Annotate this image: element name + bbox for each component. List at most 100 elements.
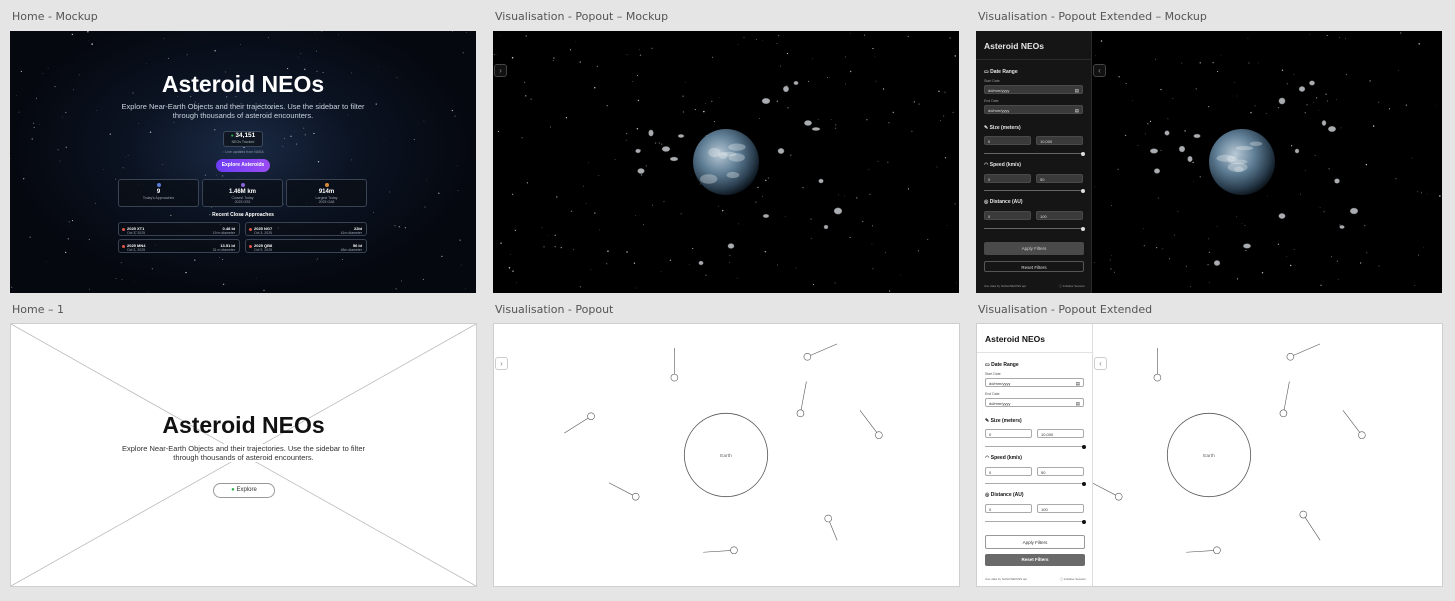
star <box>1094 262 1096 263</box>
star <box>547 235 549 236</box>
star <box>1305 170 1306 171</box>
asteroid-trail <box>1091 482 1119 497</box>
star <box>1365 163 1368 166</box>
star <box>1207 264 1209 266</box>
apply-filters-button[interactable]: Apply Filters <box>984 242 1084 255</box>
asteroid-trail <box>1186 549 1217 553</box>
distance-slider[interactable] <box>984 226 1085 231</box>
star <box>1199 176 1202 178</box>
star <box>1335 99 1337 101</box>
distance-max-input[interactable]: 100 <box>1037 504 1084 513</box>
speed-max-input[interactable]: 50 <box>1037 467 1084 476</box>
start-date-input[interactable]: dd/mm/yyyy ▤ <box>984 85 1083 94</box>
distance-min-input[interactable]: 0 <box>985 504 1032 513</box>
explore-button[interactable]: ● Explore <box>213 483 275 498</box>
end-date-input[interactable]: dd/mm/yyyy ▤ <box>985 398 1084 407</box>
star <box>874 56 876 57</box>
size-min-input[interactable]: 0 <box>985 429 1032 438</box>
star <box>913 101 915 103</box>
star <box>1345 74 1347 76</box>
start-date-input[interactable]: dd/mm/yyyy ▤ <box>985 378 1084 387</box>
approach-item[interactable]: 2025 MN4 Oct 3, 2025 13.51 ld 31 m diamete… <box>118 239 240 253</box>
star <box>296 143 298 145</box>
chevron-left-icon[interactable]: ‹ <box>1094 357 1107 370</box>
dot-icon: ● <box>231 487 235 493</box>
speed-min-input[interactable]: 0 <box>984 174 1031 183</box>
explore-button[interactable]: Explore Asteroids <box>216 159 270 172</box>
star <box>669 259 672 261</box>
chevron-right-icon[interactable]: › <box>495 357 508 370</box>
star <box>516 282 517 283</box>
distance-min-input[interactable]: 0 <box>984 211 1031 220</box>
slider-handle <box>1082 481 1086 486</box>
speed-min-input[interactable]: 0 <box>985 467 1032 476</box>
star <box>525 95 527 97</box>
star <box>952 111 954 114</box>
star <box>849 236 851 239</box>
star <box>1172 97 1174 99</box>
speed-slider[interactable] <box>985 481 1086 486</box>
star <box>268 36 269 38</box>
calendar-icon: ▤ <box>1074 88 1079 93</box>
size-slider[interactable] <box>985 444 1086 449</box>
star <box>162 164 164 166</box>
star <box>284 138 286 140</box>
apply-filters-button[interactable]: Apply Filters <box>985 535 1085 549</box>
reset-filters-button[interactable]: Reset Filters <box>985 554 1085 566</box>
star <box>636 75 639 77</box>
star <box>290 135 292 137</box>
star <box>1378 265 1380 267</box>
size-max-input[interactable]: 10,000 <box>1037 429 1084 438</box>
neo-counter: ● 34,151 NEOs Tracked <box>223 131 263 147</box>
distance-max-input[interactable]: 100 <box>1036 211 1083 220</box>
star <box>222 283 225 286</box>
star <box>146 63 147 64</box>
star <box>1181 62 1183 64</box>
star <box>222 259 224 261</box>
star <box>875 80 877 82</box>
star <box>869 193 871 195</box>
approach-item[interactable]: 2025 XT1 Oct 3, 2025 0.48 ld 19 m diameter <box>118 222 240 236</box>
reset-filters-button[interactable]: Reset Filters <box>984 261 1084 272</box>
counter-value: 34,151 <box>235 132 256 139</box>
star <box>834 282 836 284</box>
asteroid <box>1178 145 1186 153</box>
asteroid <box>811 127 821 131</box>
star <box>31 138 33 140</box>
live-dot-icon: ● <box>230 133 234 139</box>
star <box>71 33 73 35</box>
star <box>866 119 868 121</box>
session-link[interactable]: ⓘ Initialise Session <box>1060 577 1086 581</box>
chevron-left-icon[interactable]: ‹ <box>1093 64 1106 77</box>
star <box>1217 70 1219 73</box>
approach-item[interactable]: 2025 NG7 Oct 3, 2025 22ld 41m diameter <box>245 222 367 236</box>
approach-item[interactable]: 2025 QB8 Oct 3, 2025 56 ld 48m diameter <box>245 239 367 253</box>
size-slider[interactable] <box>984 151 1085 156</box>
star <box>239 44 241 46</box>
speed-slider[interactable] <box>984 188 1085 193</box>
wireframe-scene: Earth <box>564 343 883 555</box>
end-date-input[interactable]: dd/mm/yyyy ▤ <box>984 105 1083 114</box>
star <box>594 87 596 89</box>
speed-max-input[interactable]: 50 <box>1036 174 1083 183</box>
date-range-heading: ▭ Date Range <box>985 362 1019 368</box>
star <box>398 226 400 228</box>
star <box>1328 168 1330 170</box>
star <box>1320 284 1322 286</box>
star <box>1414 285 1416 287</box>
star <box>767 177 770 179</box>
distance-slider[interactable] <box>985 519 1086 524</box>
asteroid <box>1243 243 1251 249</box>
star <box>711 100 713 102</box>
star <box>186 54 188 56</box>
session-link[interactable]: ⓘ Initialise Session <box>1059 284 1085 288</box>
star <box>524 81 526 83</box>
chevron-right-icon[interactable]: › <box>494 64 507 77</box>
size-max-input[interactable]: 10,000 <box>1036 136 1083 145</box>
star <box>62 116 63 118</box>
star <box>907 35 909 38</box>
star <box>652 204 654 206</box>
size-min-input[interactable]: 0 <box>984 136 1031 145</box>
calendar-icon: ▭ <box>984 69 989 75</box>
star <box>1338 278 1339 280</box>
